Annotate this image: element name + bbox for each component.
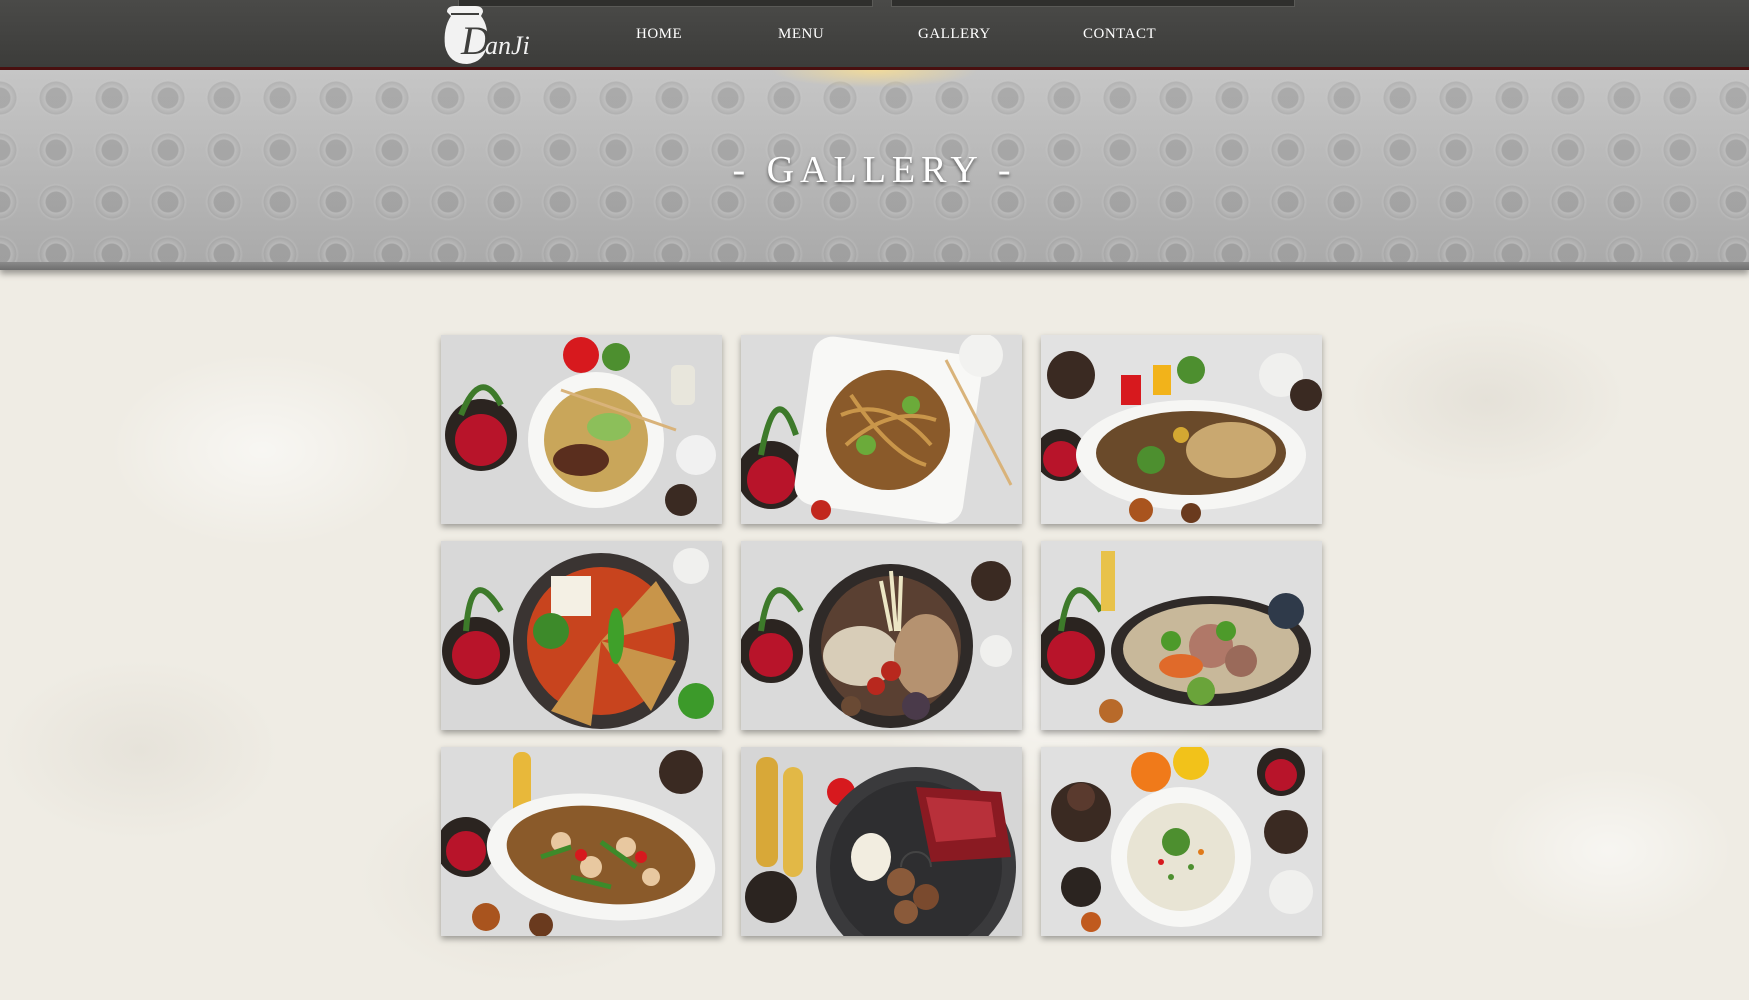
danji-logo-icon: D anJi [444, 6, 530, 64]
top-nav-bar: D anJi HOME MENU GALLERY CONTACT [0, 0, 1749, 70]
food-photo-icon [1041, 541, 1322, 730]
food-photo-icon [741, 747, 1022, 936]
nav-home-link[interactable]: HOME [636, 26, 682, 43]
food-photo-icon [441, 747, 722, 936]
svg-text:anJi: anJi [485, 31, 530, 60]
nav-menu-link[interactable]: MENU [778, 26, 824, 43]
danji-logo[interactable]: D anJi [441, 4, 533, 68]
gallery-photo-6[interactable] [1041, 541, 1322, 730]
food-photo-icon [741, 335, 1022, 524]
gallery-photo-1[interactable] [441, 335, 722, 524]
food-photo-icon [441, 335, 722, 524]
gallery-photo-2[interactable] [741, 335, 1022, 524]
gallery-photo-4[interactable] [441, 541, 722, 730]
nav-tab-edge-right [891, 0, 1295, 7]
food-photo-icon [1041, 335, 1322, 524]
gallery-photo-9[interactable] [1041, 747, 1322, 936]
nav-contact-link[interactable]: CONTACT [1083, 26, 1156, 43]
gallery-photo-3[interactable] [1041, 335, 1322, 524]
gallery-banner: - GALLERY - [0, 70, 1749, 270]
gallery-photo-7[interactable] [441, 747, 722, 936]
food-photo-icon [741, 541, 1022, 730]
nav-gallery-link[interactable]: GALLERY [918, 26, 991, 43]
gallery-photo-5[interactable] [741, 541, 1022, 730]
gallery-grid [441, 335, 1322, 937]
gallery-photo-8[interactable] [741, 747, 1022, 936]
page-title: - GALLERY - [732, 149, 1017, 191]
food-photo-icon [441, 541, 722, 730]
food-photo-icon [1041, 747, 1322, 936]
